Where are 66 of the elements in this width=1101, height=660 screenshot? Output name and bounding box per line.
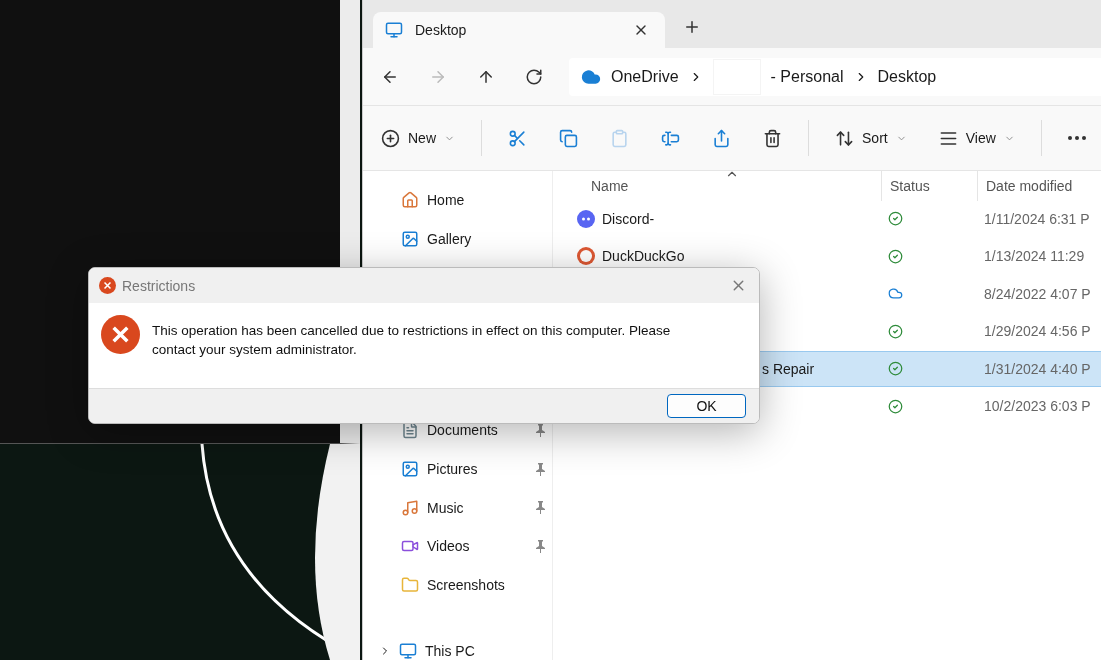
sidebar-label: Home (427, 192, 466, 209)
plus-circle-icon (381, 128, 400, 148)
app-icon (576, 208, 596, 229)
dialog-title: Restrictions (122, 277, 197, 294)
file-name: DuckDuckGo (602, 248, 685, 264)
sidebar-label: Music (427, 499, 465, 516)
sidebar-item[interactable]: Home (363, 181, 552, 220)
ok-button[interactable]: OK (667, 394, 746, 418)
picture-icon (401, 229, 419, 248)
sidebar-item[interactable]: Music (363, 488, 552, 527)
column-header[interactable]: Name (553, 171, 881, 201)
sidebar-item[interactable]: This PC (363, 632, 552, 660)
sort-arrows-icon (835, 128, 854, 148)
sidebar-item[interactable]: Pictures (363, 449, 552, 489)
folder-icon (401, 575, 419, 594)
date-text: 1/29/2024 4:56 P (984, 323, 1091, 339)
music-note-icon (401, 498, 419, 517)
sidebar-label: Gallery (427, 230, 473, 247)
sidebar-label: Screenshots (427, 576, 506, 593)
sidebar-item[interactable]: Videos (363, 526, 552, 566)
clipboard-icon (610, 128, 629, 148)
sidebar-item[interactable]: Screenshots (363, 565, 552, 605)
app-icon (576, 246, 596, 266)
sidebar-label: This PC (425, 643, 476, 660)
refresh-icon (525, 67, 543, 86)
error-icon (101, 315, 140, 354)
picture-icon (401, 460, 419, 479)
sidebar-item[interactable]: Gallery (363, 219, 552, 259)
file-row[interactable]: DuckDuckGo 1/13/2024 11:29 (553, 238, 1101, 274)
share-icon (712, 128, 731, 148)
date-text: 1/11/2024 6:31 P (984, 210, 1090, 227)
file-name: s Repair (762, 360, 815, 377)
plus-icon (683, 18, 701, 36)
address-bar[interactable]: OneDrive - Personal Desktop (569, 57, 1101, 96)
more-icon (1067, 136, 1086, 140)
sidebar-label: Pictures (427, 461, 479, 478)
file-row[interactable]: Discord- 1/11/2024 6:31 P (553, 200, 1101, 237)
date-text: 8/24/2022 4:07 P (984, 285, 1091, 302)
date-text: 1/13/2024 11:29 (984, 248, 1085, 264)
monitor-icon (385, 21, 403, 39)
home-icon (401, 191, 419, 210)
tab[interactable]: Desktop (373, 12, 665, 48)
date-text: 10/2/2023 6:03 P (984, 398, 1091, 414)
breadcrumb-item[interactable]: Desktop (877, 67, 937, 86)
tab-label: Desktop (415, 22, 468, 38)
sidebar-label: Documents (427, 422, 499, 439)
new-button[interactable]: New (375, 122, 461, 154)
dialog-message: This operation has been cancelled due to restrictions in effect on this computer. Please contact your system administrator. (152, 322, 672, 359)
breadcrumb-item[interactable]: - Personal (770, 67, 844, 86)
scissors-icon (508, 128, 527, 148)
sort-button[interactable]: Sort (829, 122, 913, 154)
view-button[interactable]: View (932, 122, 1021, 154)
sidebar-label: Videos (427, 538, 471, 555)
column-header[interactable]: Status (881, 171, 977, 201)
error-icon (99, 277, 116, 294)
file-name: Discord- (602, 210, 655, 227)
trash-icon (763, 128, 782, 148)
copy-icon (559, 128, 578, 148)
breadcrumb-item[interactable]: OneDrive (611, 67, 679, 86)
rename-icon (661, 128, 680, 148)
document-icon (401, 421, 419, 440)
monitor-icon (399, 642, 417, 660)
file-row[interactable]: 8/24/2022 4:07 P (553, 275, 1101, 312)
column-header[interactable]: Date modified (977, 171, 1101, 201)
sidebar-item[interactable]: Documents (363, 411, 552, 450)
date-text: 1/31/2024 4:40 P (984, 360, 1091, 377)
